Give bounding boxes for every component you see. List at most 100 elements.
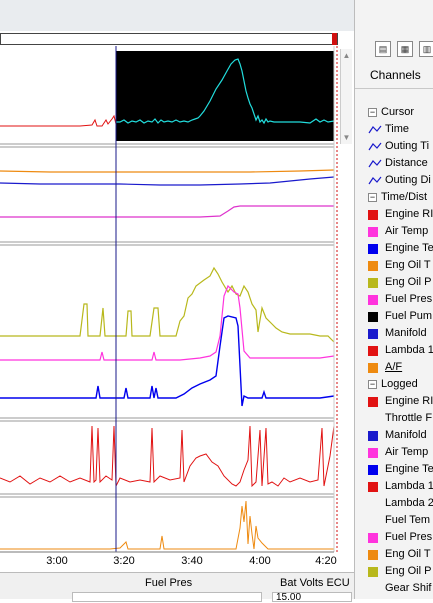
- channel-item-label: Lambda 1: [385, 344, 433, 356]
- window-top-strip: [0, 0, 354, 31]
- panel5-trace-orange: [0, 500, 334, 550]
- channel-color-swatch: [368, 210, 378, 220]
- x-tick-label: 3:20: [113, 555, 135, 567]
- channel-item[interactable]: Distance: [355, 155, 433, 172]
- channel-item[interactable]: Manifold: [355, 325, 433, 342]
- channel-color-swatch: [368, 295, 378, 305]
- channel-item[interactable]: Eng Oil T: [355, 257, 433, 274]
- channel-color-swatch: [368, 312, 378, 322]
- panel-vertical-scrollbar[interactable]: ▲ ▼: [340, 49, 352, 144]
- channel-item[interactable]: Time: [355, 121, 433, 138]
- channel-item[interactable]: Outing Ti: [355, 138, 433, 155]
- channel-color-swatch: [368, 448, 378, 458]
- channel-item-label: Throttle F: [385, 412, 433, 424]
- channel-color-swatch: [368, 346, 378, 356]
- channel-item-label: Fuel Tem: [385, 514, 431, 526]
- channel-group[interactable]: − Logged: [355, 376, 433, 393]
- channel-color-swatch: [368, 482, 378, 492]
- cursor-channel-icon: [368, 159, 382, 168]
- channel-item-label: Air Temp: [385, 225, 429, 237]
- channel-item[interactable]: Lambda 1: [355, 342, 433, 359]
- collapse-icon[interactable]: −: [368, 108, 377, 117]
- channel-item[interactable]: Lambda 2: [355, 495, 433, 512]
- channel-item-label: Eng Oil P: [385, 565, 432, 577]
- panel2-trace-blue: [0, 176, 335, 186]
- cursor-channel-icon: [368, 125, 382, 134]
- channel-group[interactable]: − Time/Dist: [355, 189, 433, 206]
- panel2-trace-magenta: [0, 205, 334, 218]
- channel-group[interactable]: − Cursor: [355, 104, 433, 121]
- panel3-trace-magenta: [0, 284, 335, 361]
- channel-item[interactable]: Engine Te: [355, 461, 433, 478]
- channel-item-label: Engine RI: [385, 395, 433, 407]
- channel-item-label: Time: [385, 123, 410, 135]
- sidebar-divider: [355, 88, 433, 89]
- channel-color-swatch: [368, 363, 378, 373]
- panel2-trace-orange: [0, 169, 335, 173]
- channel-item[interactable]: Air Temp: [355, 444, 433, 461]
- channel-item[interactable]: Throttle F: [355, 410, 433, 427]
- x-tick-label: 3:40: [181, 555, 203, 567]
- cursor-channel-icon: [368, 142, 382, 151]
- channel-item[interactable]: Gear Shif: [355, 580, 433, 597]
- channel-item[interactable]: Fuel Pres: [355, 529, 433, 546]
- channels-sidebar: ▤ ▦ ▥ Channels − Cursor Time Outing Ti Dista…: [354, 0, 433, 599]
- channel-item-label: Manifold: [385, 327, 427, 339]
- channel-item[interactable]: Engine RI: [355, 393, 433, 410]
- channel-item[interactable]: Manifold: [355, 427, 433, 444]
- collapse-icon[interactable]: −: [368, 380, 377, 389]
- channel-item[interactable]: Air Temp: [355, 223, 433, 240]
- channel-item[interactable]: Engine RI: [355, 206, 433, 223]
- layout-icon[interactable]: ▥: [419, 41, 433, 57]
- split-view-icon[interactable]: ▤: [375, 41, 391, 57]
- overview-scroll-thumb[interactable]: [332, 33, 337, 45]
- bat-volts-status-field: 15.00: [272, 592, 352, 603]
- channels-title: Channels: [370, 68, 421, 82]
- channel-item[interactable]: Fuel Tem: [355, 512, 433, 529]
- cursor-channel-icon: [368, 176, 382, 185]
- scroll-down-icon[interactable]: ▼: [342, 133, 351, 142]
- channel-item-label: Fuel Pres: [385, 531, 433, 543]
- channel-item-label: Engine Te: [385, 242, 433, 254]
- sidebar-toolbar: ▤ ▦ ▥: [355, 38, 433, 62]
- channel-item-label: Eng Oil T: [385, 548, 431, 560]
- channel-item-label: Engine RI: [385, 208, 433, 220]
- channel-item-label: Lambda 2: [385, 497, 433, 509]
- channel-color-swatch: [368, 533, 378, 543]
- channel-color-swatch: [368, 329, 378, 339]
- x-tick-label: 4:00: [249, 555, 271, 567]
- channel-color-swatch: [368, 261, 378, 271]
- panel3-trace-blue: [0, 315, 335, 407]
- channel-item[interactable]: Lambda 1: [355, 478, 433, 495]
- channel-color-swatch: [368, 567, 378, 577]
- channel-item[interactable]: A/F: [355, 359, 433, 376]
- x-tick-label: 4:20: [315, 555, 337, 567]
- fuel-pres-status-field: [72, 592, 262, 602]
- channel-item[interactable]: Eng Oil P: [355, 274, 433, 291]
- channel-color-swatch: [368, 227, 378, 237]
- plot-area[interactable]: ▲ ▼ 3:00 3:20 3:40 4:00 4:20 Fuel Pres Bat V…: [0, 0, 354, 603]
- channel-item[interactable]: Fuel Pum: [355, 308, 433, 325]
- overview-scroll-bar[interactable]: [0, 33, 338, 45]
- channel-item-label: Lambda 1: [385, 480, 433, 492]
- channel-item[interactable]: Eng Oil T: [355, 546, 433, 563]
- collapse-icon[interactable]: −: [368, 193, 377, 202]
- channel-item[interactable]: Fuel Pres: [355, 291, 433, 308]
- chart-options-icon[interactable]: ▦: [397, 41, 413, 57]
- channel-item-label: Distance: [385, 157, 428, 169]
- x-tick-label: 3:00: [46, 555, 68, 567]
- channel-tree: − Cursor Time Outing Ti Distance Outing Di − Ti…: [355, 104, 433, 597]
- chart-panels[interactable]: [0, 46, 340, 568]
- fuel-pres-status-label: Fuel Pres: [145, 577, 193, 589]
- panel4-trace-red: [0, 425, 335, 488]
- channel-item-label: Outing Ti: [385, 140, 430, 152]
- channel-item[interactable]: Outing Di: [355, 172, 433, 189]
- channel-color-swatch: [368, 431, 378, 441]
- channel-item[interactable]: Eng Oil P: [355, 563, 433, 580]
- channel-item[interactable]: Engine Te: [355, 240, 433, 257]
- channel-group-label: Time/Dist: [381, 191, 428, 203]
- scroll-up-icon[interactable]: ▲: [342, 51, 351, 60]
- channel-item-label: Eng Oil P: [385, 276, 432, 288]
- channel-item-label: Engine Te: [385, 463, 433, 475]
- channel-item-label: A/F: [385, 361, 403, 373]
